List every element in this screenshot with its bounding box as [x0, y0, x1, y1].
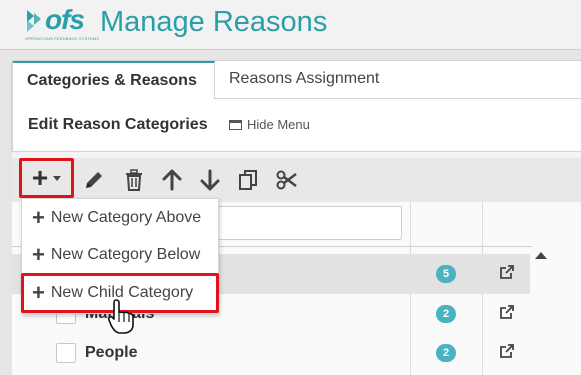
arrow-up-icon [162, 169, 182, 191]
page-title: Manage Reasons [100, 6, 328, 38]
menu-item-new-category-below[interactable]: + New Category Below [22, 237, 218, 273]
copy-button[interactable] [236, 168, 260, 192]
plus-icon: + [32, 242, 45, 267]
app-header: ofs OPERATIONS FEEDBACK SYSTEMS Manage R… [0, 0, 581, 50]
hand-pointer-icon [108, 299, 134, 334]
edit-categories-heading: Edit Reason Categories [28, 116, 208, 133]
trash-icon [126, 169, 142, 191]
logo-word: ofs [45, 4, 85, 35]
external-link-icon[interactable] [499, 304, 515, 320]
menu-item-new-category-above[interactable]: + New Category Above [22, 200, 218, 236]
external-link-icon[interactable] [499, 343, 515, 359]
cut-button[interactable] [275, 168, 299, 192]
copy-icon [239, 170, 257, 190]
add-category-button[interactable]: + [19, 158, 74, 198]
count-badge: 2 [436, 305, 456, 323]
edit-button[interactable] [82, 168, 106, 192]
move-up-button[interactable] [160, 168, 184, 192]
hide-menu-button[interactable]: Hide Menu [229, 117, 310, 132]
tab-divider [215, 98, 581, 99]
move-down-button[interactable] [198, 168, 222, 192]
ofs-logo: ofs OPERATIONS FEEDBACK SYSTEMS [25, 4, 105, 46]
plus-icon: + [31, 162, 49, 193]
scissors-icon [276, 170, 297, 190]
menu-item-label: New Category Above [50, 209, 202, 226]
delete-button[interactable] [122, 168, 146, 192]
chevron-down-icon [53, 175, 62, 181]
hide-menu-label: Hide Menu [247, 117, 310, 132]
count-badge: 2 [436, 344, 456, 362]
reasons-panel: Categories & Reasons Reasons Assignment … [12, 60, 581, 152]
row-label: People [85, 344, 138, 361]
count-badge: 5 [436, 265, 456, 283]
tab-reasons-assignment[interactable]: Reasons Assignment [215, 61, 393, 99]
logo-tagline: OPERATIONS FEEDBACK SYSTEMS [25, 36, 100, 41]
category-toolbar [12, 158, 581, 202]
pencil-icon [86, 172, 102, 188]
tab-categories-reasons[interactable]: Categories & Reasons [13, 61, 215, 99]
menu-item-label: New Category Below [50, 246, 201, 263]
window-icon [229, 120, 242, 130]
scroll-up-icon[interactable] [535, 252, 547, 259]
arrow-down-icon [200, 169, 220, 191]
external-link-icon[interactable] [499, 264, 515, 280]
row-checkbox[interactable] [56, 343, 76, 363]
logo-mark-icon [27, 10, 41, 32]
plus-icon: + [32, 205, 45, 230]
filter-input[interactable] [212, 206, 402, 240]
